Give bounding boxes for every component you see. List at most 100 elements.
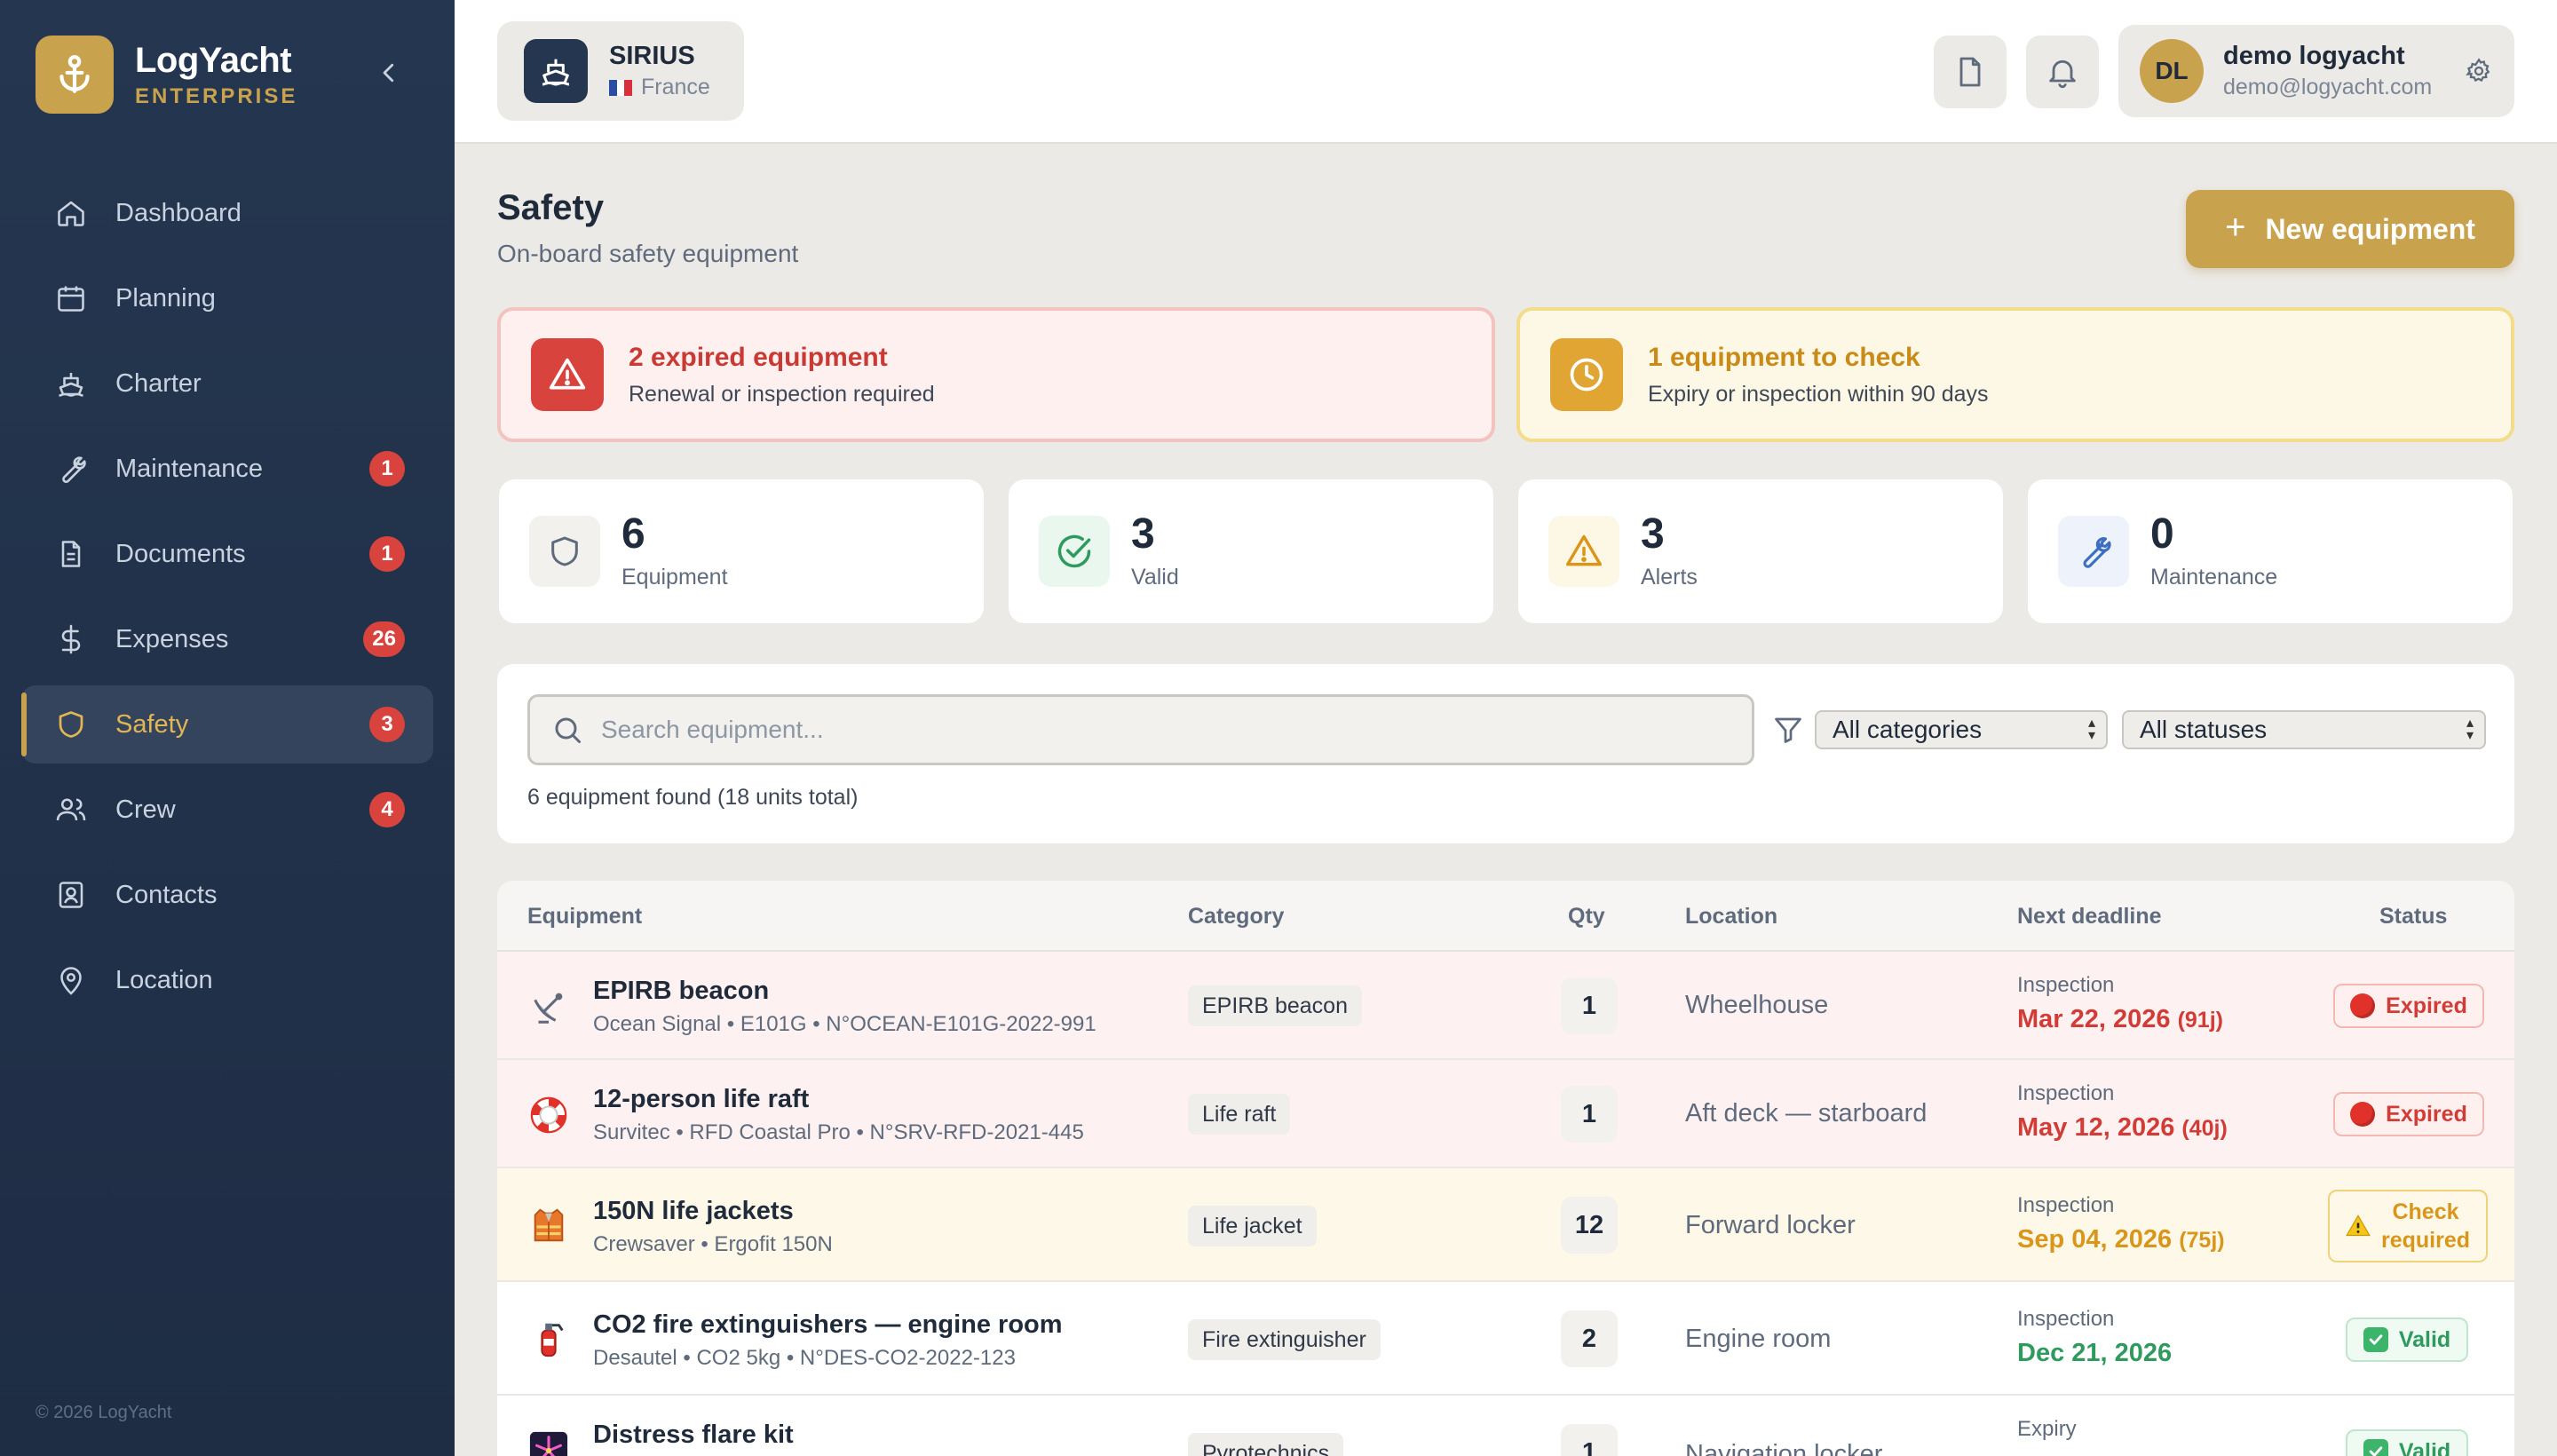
sidebar-item-contacts[interactable]: Contacts [21,856,433,934]
quantity-chip: 1 [1561,1424,1618,1456]
sidebar-item-dashboard[interactable]: Dashboard [21,174,433,252]
category-chip: Life raft [1188,1094,1291,1135]
gear-icon[interactable] [2465,57,2493,85]
equipment-name: EPIRB beacon [593,977,770,1005]
brand[interactable]: LogYacht ENTERPRISE [36,36,297,114]
search-box[interactable] [527,694,1754,765]
check-alert[interactable]: 1 equipment to check Expiry or inspectio… [1516,307,2514,442]
status-badge: Expired [2333,984,2484,1028]
safety-count-badge: 3 [369,707,405,742]
expired-alert-title: 2 expired equipment [629,342,888,372]
notifications-button[interactable] [2026,36,2099,108]
filter-card: All categories ▴▾ All statuses ▴▾ 6 equi… [497,664,2514,843]
location-text: Wheelhouse [1685,991,1829,1019]
stat-value: 3 [1131,510,1155,558]
check-circle-icon [1039,516,1110,587]
equipment-details: Crewsaver • Ergofit 150N [593,1232,833,1256]
equipment-table: Equipment Category Qty Location Next dea… [497,881,2514,1456]
status-label-line1: Check [2392,1199,2459,1224]
deadline-type: Inspection [2017,1193,2115,1217]
document-icon [53,536,89,572]
sidebar-item-charter[interactable]: Charter [21,344,433,423]
column-header-location[interactable]: Location [1685,904,1777,930]
sidebar-item-safety[interactable]: Safety 3 [21,685,433,764]
satellite-dish-icon [527,985,570,1028]
new-equipment-button[interactable]: + New equipment [2186,190,2514,268]
table-header: Equipment Category Qty Location Next dea… [497,881,2514,952]
location-text: Engine room [1685,1325,1832,1353]
status-badge: Check required [2328,1190,2488,1262]
quantity-chip: 12 [1561,1197,1618,1254]
vessel-selector[interactable]: SIRIUS France [497,21,744,121]
status-select[interactable]: All statuses ▴ ▾ [2122,710,2486,749]
deadline-date-value: Dec 21, 2026 [2017,1339,2173,1367]
column-header-category[interactable]: Category [1188,904,1284,930]
deadline-type: Inspection [2017,1307,2115,1331]
clock-icon [1550,338,1623,411]
check-alert-title: 1 equipment to check [1648,342,1920,372]
warning-icon [1548,516,1619,587]
documents-button[interactable] [1934,36,2007,108]
column-header-status[interactable]: Status [2379,904,2447,930]
check-mark-icon [2363,1439,2388,1456]
check-mark-icon [2363,1327,2388,1352]
sidebar-item-crew[interactable]: Crew 4 [21,771,433,849]
stat-equipment: 6 Equipment [499,479,984,623]
stat-value: 6 [621,510,645,558]
brand-name: LogYacht [135,40,292,80]
column-header-qty[interactable]: Qty [1568,904,1605,930]
table-row[interactable]: 150N life jackets Crewsaver • Ergofit 15… [497,1168,2514,1282]
sidebar-item-location[interactable]: Location [21,941,433,1019]
equipment-name: Distress flare kit [593,1420,794,1449]
table-row[interactable]: EPIRB beacon Ocean Signal • E101G • N°OC… [497,952,2514,1060]
column-header-deadline[interactable]: Next deadline [2017,904,2162,930]
status-select-value: All statuses [2140,716,2268,743]
status-label: Valid [2398,1326,2451,1352]
table-row[interactable]: Distress flare kit Pyrotechnics 1 Naviga… [497,1396,2514,1456]
sidebar-item-planning[interactable]: Planning [21,259,433,337]
category-select[interactable]: All categories ▴ ▾ [1815,710,2108,749]
deadline-relative: (75j) [2179,1228,2225,1253]
plus-icon: + [2225,207,2246,247]
deadline-date-value: May 12, 2026 [2017,1113,2175,1142]
page-subtitle: On-board safety equipment [497,240,799,267]
status-label: Expired [2386,1101,2467,1127]
stat-label: Alerts [1641,564,1698,590]
location-text: Forward locker [1685,1211,1856,1239]
red-circle-icon [2350,1102,2376,1127]
location-text: Aft deck — starboard [1685,1099,1928,1128]
file-icon [1959,57,1981,87]
sidebar-item-label: Dashboard [115,198,241,227]
deadline-relative: (40j) [2181,1116,2228,1141]
category-select-value: All categories [1833,716,1983,743]
deadline-date: May 12, 2026 (40j) [2017,1113,2228,1143]
status-badge: Expired [2333,1092,2484,1136]
sidebar-item-documents[interactable]: Documents 1 [21,515,433,593]
expired-alert[interactable]: 2 expired equipment Renewal or inspectio… [497,307,1495,442]
stat-label: Maintenance [2150,564,2278,590]
sidebar-item-label: Contacts [115,880,218,909]
equipment-details: Survitec • RFD Coastal Pro • N°SRV-RFD-2… [593,1120,1084,1144]
life-ring-icon [527,1094,570,1136]
column-header-equipment[interactable]: Equipment [527,904,642,930]
stat-valid: 3 Valid [1009,479,1493,623]
table-row[interactable]: 12-person life raft Survitec • RFD Coast… [497,1060,2514,1168]
maintenance-count-badge: 1 [369,451,405,487]
stat-maintenance: 0 Maintenance [2028,479,2513,623]
status-label-line2: required [2380,1228,2471,1253]
sidebar-item-maintenance[interactable]: Maintenance 1 [21,430,433,508]
select-arrows-icon: ▴ ▾ [2466,716,2474,743]
calendar-icon [53,281,89,316]
sidebar-item-expenses[interactable]: Expenses 26 [21,600,433,678]
check-alert-desc: Expiry or inspection within 90 days [1648,381,1989,407]
user-menu[interactable]: DL demo logyacht demo@logyacht.com [2118,25,2514,117]
map-pin-icon [53,962,89,998]
user-email: demo@logyacht.com [2223,75,2433,99]
table-row[interactable]: CO2 fire extinguishers — engine room Des… [497,1282,2514,1396]
collapse-sidebar-button[interactable] [371,55,407,91]
deadline-date: Sep 04, 2026 (75j) [2017,1225,2225,1254]
sidebar-item-label: Maintenance [115,454,264,483]
search-input[interactable] [601,716,1666,744]
dollar-icon [53,621,89,657]
bell-icon [2049,59,2076,88]
